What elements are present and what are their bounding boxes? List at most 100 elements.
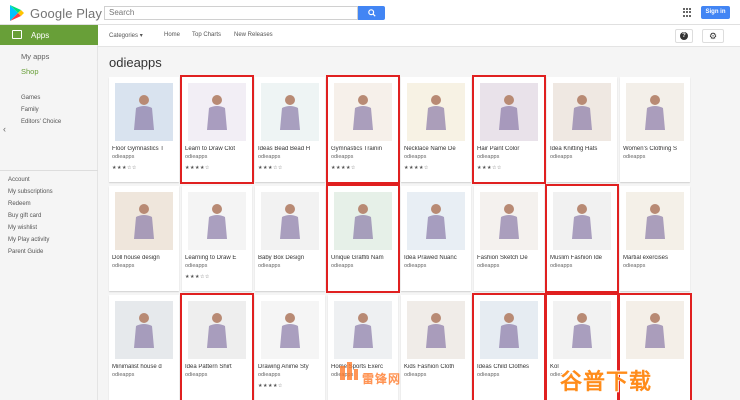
google-play-logo[interactable]: Google Play <box>10 4 102 22</box>
app-card[interactable]: Doll house design odieapps <box>109 186 179 291</box>
app-title[interactable]: Idea Knitting Hats <box>550 146 616 152</box>
app-card[interactable]: Martial exercises odieapps <box>620 186 690 291</box>
graffiti-image[interactable] <box>334 192 392 250</box>
app-developer[interactable]: odieapps <box>258 372 280 378</box>
search-input[interactable]: Search <box>104 6 358 20</box>
app-developer[interactable]: odieapps <box>185 263 207 269</box>
settings-button[interactable]: ⚙ <box>702 29 724 43</box>
nav-home[interactable]: Home <box>164 32 180 38</box>
desert-camel-image[interactable] <box>407 192 465 250</box>
dress-sketch-image[interactable] <box>188 83 246 141</box>
app-card[interactable]: Women's Clothing S odieapps <box>620 77 690 182</box>
app-title[interactable]: Doll house design <box>112 255 178 261</box>
gymnasts-image[interactable] <box>334 83 392 141</box>
app-developer[interactable]: odieapps <box>550 263 572 269</box>
app-developer[interactable]: odieapps <box>550 154 572 160</box>
nav-new-releases[interactable]: New Releases <box>234 32 273 38</box>
crib-image[interactable] <box>261 192 319 250</box>
app-card[interactable]: Idea Pattern Shirt odieapps <box>180 293 254 400</box>
app-title[interactable]: Floor Gymnastics T <box>112 146 178 152</box>
martial-arts-image[interactable] <box>626 192 684 250</box>
app-card[interactable]: Learning to Draw E odieapps ★★★☆☆ <box>182 186 252 291</box>
app-developer[interactable]: odieapps <box>185 154 207 160</box>
sidebar-item-account[interactable]: Account <box>8 177 30 183</box>
app-card[interactable]: Drawing Anime Sty odieapps ★★★★☆ <box>255 295 325 400</box>
app-title[interactable]: Fashion Sketch De <box>477 255 543 261</box>
app-card[interactable]: Ideas Child Clothes odieapps <box>472 293 546 400</box>
sidebar-item-redeem[interactable]: Redeem <box>8 201 31 207</box>
app-card[interactable]: Gymnastics Trainin odieapps ★★★★☆ <box>326 75 400 184</box>
hijab-fashion-image[interactable] <box>553 192 611 250</box>
anime-sketch-image[interactable] <box>261 301 319 359</box>
app-card[interactable]: Idea Knitting Hats odieapps <box>547 77 617 182</box>
sidebar-item-shop[interactable]: Shop <box>21 67 39 76</box>
app-card[interactable]: Unique Graffiti Nam odieapps <box>326 184 400 293</box>
sidebar-item-wishlist[interactable]: My wishlist <box>8 225 37 231</box>
app-developer[interactable]: odieapps <box>477 263 499 269</box>
apps-grid-icon[interactable] <box>683 8 692 17</box>
app-title[interactable]: Drawing Anime Sty <box>258 364 324 370</box>
app-developer[interactable]: odieapps <box>112 263 134 269</box>
app-developer[interactable]: odieapps <box>623 263 645 269</box>
app-card[interactable]: Fashion Sketch De odieapps <box>474 186 544 291</box>
sidebar-item-editors-choice[interactable]: Editors' Choice <box>21 119 61 125</box>
app-card[interactable]: Baby Box Design odieapps <box>255 186 325 291</box>
app-developer[interactable]: odieapps <box>331 154 353 160</box>
leather-shoes-image[interactable] <box>626 301 684 359</box>
app-developer[interactable]: odieapps <box>477 372 499 378</box>
help-button[interactable]: ? <box>675 29 693 43</box>
app-card[interactable]: Muslim Fashion Ide odieapps <box>545 184 619 293</box>
sidebar-item-parent-guide[interactable]: Parent Guide <box>8 249 43 255</box>
fashion-sketch-image[interactable] <box>480 192 538 250</box>
tshirt-image[interactable] <box>188 301 246 359</box>
app-developer[interactable]: odieapps <box>258 154 280 160</box>
app-developer[interactable]: odieapps <box>404 263 426 269</box>
app-title[interactable]: Baby Box Design <box>258 255 324 261</box>
kids-fashion-image[interactable] <box>407 301 465 359</box>
search-button[interactable] <box>358 6 385 20</box>
app-card[interactable]: Idea Prawed Nuanc odieapps <box>401 186 471 291</box>
app-developer[interactable]: odieapps <box>477 154 499 160</box>
app-title[interactable]: Idea Prawed Nuanc <box>404 255 470 261</box>
pink-hair-image[interactable] <box>480 83 538 141</box>
app-card[interactable]: Hair Paint Color odieapps ★★★☆☆ <box>472 75 546 184</box>
app-card[interactable]: Kids Fashion Cloth odieapps <box>401 295 471 400</box>
app-card[interactable]: Ideas Bead Bead H odieapps ★★★☆☆ <box>255 77 325 182</box>
app-developer[interactable]: odieapps <box>404 154 426 160</box>
app-card[interactable]: Necklace Name De odieapps ★★★★☆ <box>401 77 471 182</box>
apps-tab[interactable]: Apps <box>0 25 98 45</box>
app-card[interactable]: Floor Gymnastics T odieapps ★★★☆☆ <box>109 77 179 182</box>
sidebar-item-family[interactable]: Family <box>21 107 39 113</box>
sidebar-item-subscriptions[interactable]: My subscriptions <box>8 189 53 195</box>
app-developer[interactable]: odieapps <box>623 154 645 160</box>
app-title[interactable]: Gymnastics Trainin <box>331 146 397 152</box>
app-title[interactable]: Unique Graffiti Nam <box>331 255 397 261</box>
app-title[interactable]: Ideas Child Clothes <box>477 364 543 370</box>
app-title[interactable]: Muslim Fashion Ide <box>550 255 616 261</box>
dollhouse-image[interactable] <box>115 192 173 250</box>
app-title[interactable]: Ideas Bead Bead H <box>258 146 324 152</box>
app-title[interactable]: Necklace Name De <box>404 146 470 152</box>
eye-drawing-image[interactable] <box>188 192 246 250</box>
app-title[interactable]: Learn to Draw Clot <box>185 146 251 152</box>
child-clothes-image[interactable] <box>480 301 538 359</box>
app-card[interactable]: Minimalist house d odieapps <box>109 295 179 400</box>
app-title[interactable]: Kids Fashion Cloth <box>404 364 470 370</box>
app-developer[interactable]: odieapps <box>404 372 426 378</box>
knit-hat-image[interactable] <box>553 83 611 141</box>
sidebar-item-games[interactable]: Games <box>21 95 40 101</box>
house-image[interactable] <box>115 301 173 359</box>
app-title[interactable]: Idea Pattern Shirt <box>185 364 251 370</box>
bead-necklace-image[interactable] <box>261 83 319 141</box>
app-developer[interactable]: odieapps <box>331 263 353 269</box>
sidebar-item-play-activity[interactable]: My Play activity <box>8 237 49 243</box>
chevron-left-icon[interactable]: ‹ <box>3 124 6 134</box>
app-title[interactable]: Minimalist house d <box>112 364 178 370</box>
gold-name-necklace-image[interactable] <box>407 83 465 141</box>
yoga-pose-image[interactable] <box>334 301 392 359</box>
sign-in-button[interactable]: Sign in <box>701 6 730 19</box>
gymnast-bridge-image[interactable] <box>115 83 173 141</box>
fish-drawing-image[interactable] <box>553 301 611 359</box>
app-developer[interactable]: odieapps <box>112 154 134 160</box>
categories-dropdown[interactable]: Categories ▾ <box>109 32 143 39</box>
